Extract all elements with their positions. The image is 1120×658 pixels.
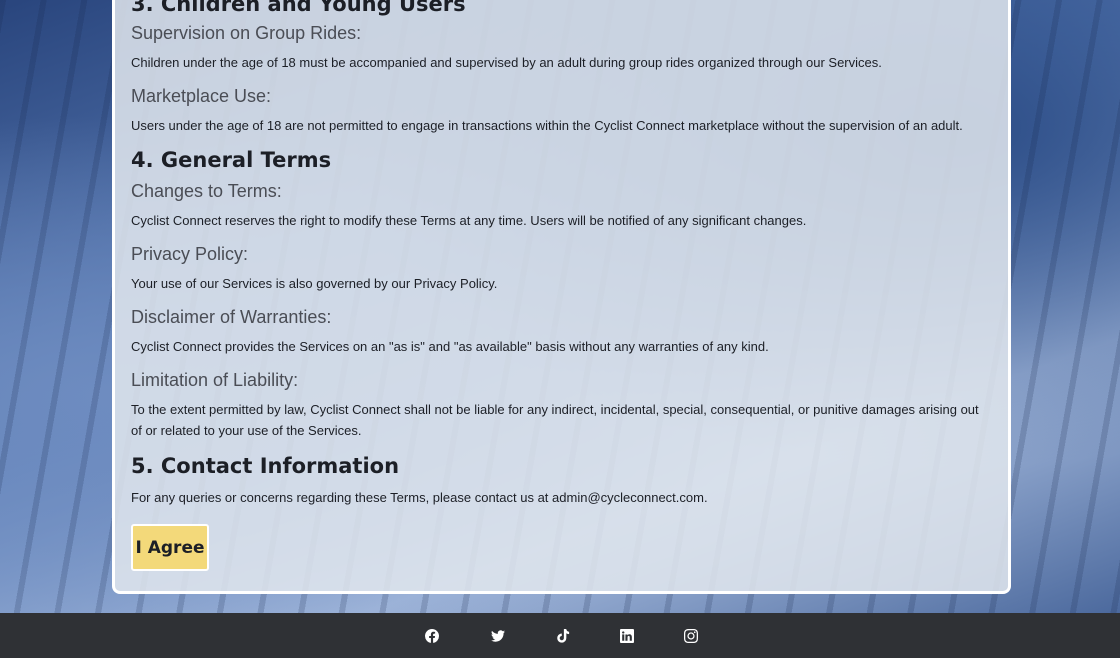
item-text-warranties: Cyclist Connect provides the Services on…	[131, 339, 769, 354]
facebook-icon[interactable]	[420, 613, 444, 658]
item-text-privacy: Your use of our Services is also governe…	[131, 276, 498, 291]
item-text-marketplace: Users under the age of 18 are not permit…	[131, 118, 963, 133]
item-title-warranties: Disclaimer of Warranties:	[131, 307, 332, 327]
item-text-liability: To the extent permitted by law, Cyclist …	[131, 402, 979, 438]
section-heading-children: 3. Children and Young Users	[131, 0, 466, 16]
item-title-marketplace: Marketplace Use:	[131, 86, 272, 106]
item-text-changes: Cyclist Connect reserves the right to mo…	[131, 213, 807, 228]
linkedin-icon[interactable]	[615, 613, 639, 658]
section-heading-general: 4. General Terms	[131, 148, 332, 172]
contact-text: For any queries or concerns regarding th…	[131, 490, 708, 505]
item-title-supervision: Supervision on Group Rides:	[131, 23, 362, 43]
item-title-changes: Changes to Terms:	[131, 181, 282, 201]
twitter-icon[interactable]	[486, 613, 510, 658]
instagram-icon[interactable]	[679, 613, 703, 658]
tiktok-icon[interactable]	[551, 613, 575, 658]
item-title-privacy: Privacy Policy:	[131, 244, 249, 264]
section-heading-contact: 5. Contact Information	[131, 454, 400, 478]
agree-button[interactable]: I Agree	[131, 524, 209, 571]
item-title-liability: Limitation of Liability:	[131, 370, 299, 390]
item-text-supervision: Children under the age of 18 must be acc…	[131, 55, 882, 70]
footer	[0, 613, 1120, 658]
